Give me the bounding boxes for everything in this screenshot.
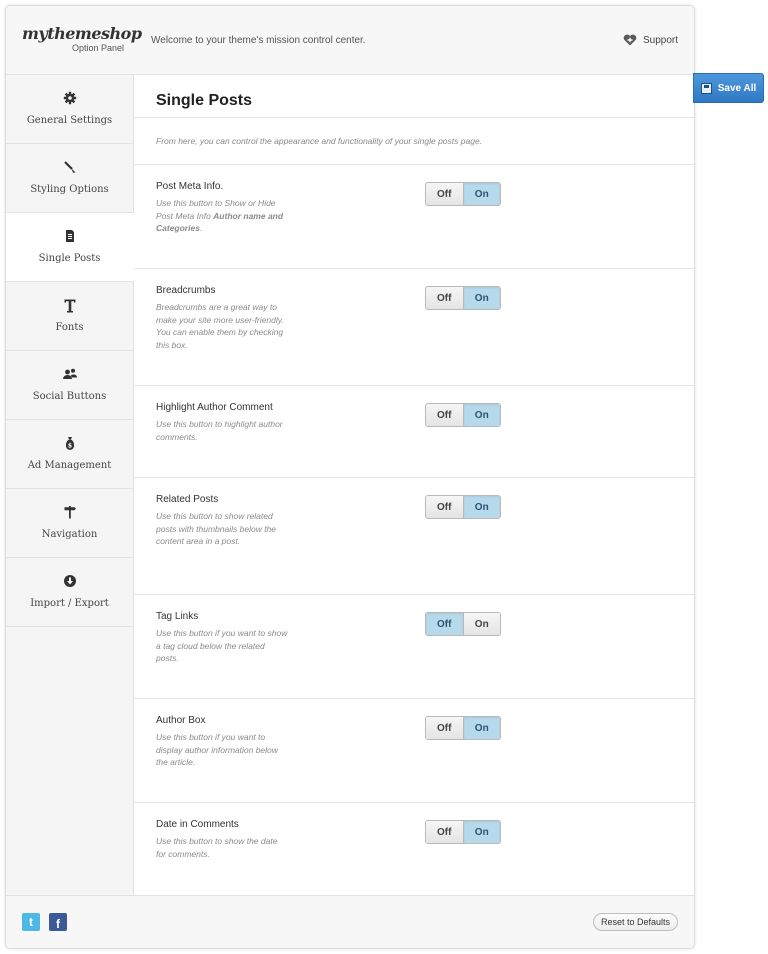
option-row-post-meta-info: Post Meta Info. Use this button to Show … (134, 165, 694, 269)
option-title: Breadcrumbs (156, 285, 216, 296)
related-posts-toggle[interactable]: Off On (425, 495, 501, 519)
toggle-on-button[interactable]: On (463, 404, 500, 426)
text-icon (64, 299, 75, 313)
option-description: Use this button to show related posts wi… (156, 511, 277, 546)
option-row-related-posts: Related Posts Use this button to show re… (134, 478, 694, 595)
brush-icon (63, 161, 75, 173)
sidebar-item-label: Single Posts (38, 253, 101, 264)
toggle-on-button[interactable]: On (463, 821, 500, 843)
option-row-breadcrumbs: Breadcrumbs Breadcrumbs are a great way … (134, 269, 694, 386)
sidebar-item-label: Import / Export (30, 598, 109, 609)
sidebar-item-label: Styling Options (30, 184, 109, 195)
floppy-disk-icon (700, 82, 712, 94)
logo: mythemeshop Option Panel (22, 24, 142, 53)
sidebar-item-label: Social Buttons (32, 391, 107, 402)
sidebar-item-general-settings[interactable]: General Settings (6, 75, 133, 144)
option-title: Related Posts (156, 494, 219, 505)
toggle-off-button[interactable]: Off (426, 717, 464, 739)
support-label: Support (642, 34, 678, 46)
toggle-on-button[interactable]: On (463, 183, 500, 205)
heart-icon (623, 34, 637, 46)
sidebar-item-label: Ad Management (27, 460, 112, 471)
sidebar: General Settings Styling Options Single … (6, 75, 134, 895)
main-content: Single Posts From here, you can control … (134, 75, 694, 895)
toggle-off-button[interactable]: Off (426, 821, 464, 843)
toggle-on-button[interactable]: On (463, 717, 500, 739)
sidebar-item-social-buttons[interactable]: Social Buttons (6, 351, 133, 420)
facebook-icon[interactable]: f (49, 913, 67, 931)
sidebar-item-import-export[interactable]: Import / Export (6, 558, 133, 627)
brand-subtitle: Option Panel (71, 43, 124, 53)
toggle-off-button[interactable]: Off (426, 183, 464, 205)
support-link[interactable]: Support (623, 34, 678, 46)
toggle-off-button[interactable]: Off (426, 613, 464, 635)
option-title: Highlight Author Comment (156, 402, 273, 413)
option-description-end: . (199, 223, 203, 233)
toggle-on-button[interactable]: On (463, 613, 500, 635)
sidebar-item-styling-options[interactable]: Styling Options (6, 144, 133, 213)
post-meta-info-toggle[interactable]: Off On (425, 182, 501, 206)
toggle-off-button[interactable]: Off (426, 404, 464, 426)
sidebar-item-fonts[interactable]: Fonts (6, 282, 133, 351)
author-box-toggle[interactable]: Off On (425, 716, 501, 740)
header: mythemeshop Option Panel Welcome to your… (6, 6, 694, 75)
option-title: Date in Comments (156, 819, 239, 830)
option-row-date-in-comments: Date in Comments Use this button to show… (134, 803, 694, 895)
option-title: Post Meta Info. (156, 181, 224, 192)
toggle-off-button[interactable]: Off (426, 287, 464, 309)
option-row-highlight-author-comment: Highlight Author Comment Use this button… (134, 386, 694, 478)
gear-icon (63, 91, 76, 105)
users-icon (62, 368, 77, 379)
tag-links-toggle[interactable]: Off On (425, 612, 501, 636)
option-panel: mythemeshop Option Panel Welcome to your… (5, 5, 695, 949)
option-description: Breadcrumbs are a great way to make your… (156, 302, 284, 350)
brand-name: mythemeshop (22, 24, 142, 43)
save-all-label: Save All (717, 82, 757, 94)
toggle-off-button[interactable]: Off (426, 496, 464, 518)
date-in-comments-toggle[interactable]: Off On (425, 820, 501, 844)
sidebar-item-navigation[interactable]: Navigation (6, 489, 133, 558)
option-title: Tag Links (156, 611, 199, 622)
sidebar-item-ad-management[interactable]: $ Ad Management (6, 420, 133, 489)
document-icon (65, 230, 74, 242)
twitter-icon[interactable]: t (22, 913, 40, 931)
svg-text:$: $ (67, 443, 71, 450)
option-description: Use this button if you want to display a… (156, 732, 278, 767)
sidebar-item-single-posts[interactable]: Single Posts (6, 213, 134, 282)
toggle-on-button[interactable]: On (463, 496, 500, 518)
footer: t f Reset to Defaults (6, 895, 694, 948)
save-all-button[interactable]: Save All (693, 73, 764, 103)
breadcrumbs-toggle[interactable]: Off On (425, 286, 501, 310)
option-description: Use this button if you want to show a ta… (156, 628, 288, 663)
divider (134, 117, 694, 118)
page-title: Single Posts (156, 92, 253, 109)
sidebar-item-label: Fonts (55, 322, 84, 333)
option-description: Use this button to show the date for com… (156, 836, 278, 859)
signpost-icon (64, 506, 76, 519)
option-title: Author Box (156, 715, 206, 726)
download-icon (63, 575, 76, 587)
option-row-tag-links: Tag Links Use this button if you want to… (134, 595, 694, 699)
toggle-on-button[interactable]: On (463, 287, 500, 309)
intro-text: From here, you can control the appearanc… (156, 136, 483, 146)
sidebar-item-label: Navigation (41, 529, 98, 540)
highlight-author-comment-toggle[interactable]: Off On (425, 403, 501, 427)
option-row-author-box: Author Box Use this button if you want t… (134, 699, 694, 803)
option-description: Use this button to highlight author comm… (156, 419, 283, 442)
option-description: Use this button to Show or Hide Post Met… (156, 197, 288, 235)
welcome-text: Welcome to your theme's mission control … (151, 35, 366, 46)
reset-to-defaults-button[interactable]: Reset to Defaults (592, 913, 678, 931)
sidebar-item-label: General Settings (26, 115, 113, 126)
money-bag-icon: $ (65, 437, 74, 450)
